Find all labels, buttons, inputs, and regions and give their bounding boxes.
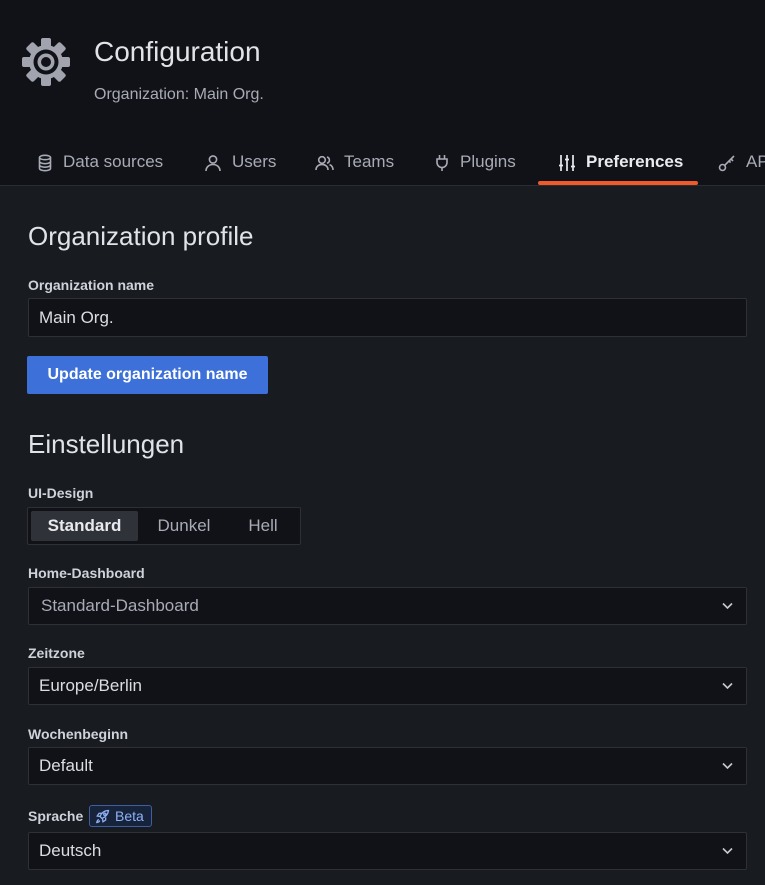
timezone-select[interactable]: Europe/Berlin bbox=[28, 667, 747, 705]
tab-plugins[interactable]: Plugins bbox=[434, 152, 516, 186]
theme-label: UI-Design bbox=[28, 485, 94, 501]
week-start-select[interactable]: Default bbox=[28, 747, 747, 785]
theme-radio-group: Standard Dunkel Hell bbox=[27, 507, 301, 545]
timezone-value: Europe/Berlin bbox=[39, 676, 143, 695]
tab-api-keys[interactable]: AP bbox=[718, 152, 765, 186]
tab-label: Teams bbox=[344, 152, 395, 171]
org-profile-heading: Organization profile bbox=[28, 221, 254, 251]
week-start-label: Wochenbeginn bbox=[28, 726, 129, 742]
user-icon bbox=[205, 155, 221, 172]
chevron-down-icon bbox=[722, 602, 733, 610]
theme-option-dunkel[interactable]: Dunkel bbox=[144, 511, 224, 541]
week-start-value: Default bbox=[39, 756, 93, 775]
gear-icon bbox=[22, 38, 70, 86]
tab-label: Plugins bbox=[460, 152, 516, 171]
timezone-label: Zeitzone bbox=[28, 645, 85, 661]
language-select[interactable]: Deutsch bbox=[28, 832, 747, 870]
page-header: Configuration Organization: Main Org. Da… bbox=[0, 0, 765, 186]
tab-label: Users bbox=[232, 152, 277, 171]
chevron-down-icon bbox=[722, 762, 733, 770]
chevron-down-icon bbox=[722, 847, 733, 855]
tab-teams[interactable]: Teams bbox=[315, 152, 394, 186]
update-org-name-button[interactable]: Update organization name bbox=[27, 356, 268, 394]
page-subtitle: Organization: Main Org. bbox=[94, 86, 264, 103]
org-name-label: Organization name bbox=[28, 277, 155, 293]
beta-badge: Beta bbox=[89, 805, 152, 827]
home-dashboard-label: Home-Dashboard bbox=[28, 565, 145, 581]
page-title: Configuration bbox=[94, 36, 261, 67]
language-value: Deutsch bbox=[39, 841, 102, 860]
rocket-icon bbox=[96, 809, 110, 823]
language-label: Sprache bbox=[28, 808, 84, 824]
key-icon bbox=[718, 155, 735, 172]
theme-option-standard[interactable]: Standard bbox=[31, 511, 138, 541]
users-icon bbox=[315, 155, 334, 171]
database-icon bbox=[38, 154, 52, 172]
plug-icon bbox=[436, 155, 448, 171]
beta-badge-label: Beta bbox=[115, 808, 144, 824]
tab-label: AP bbox=[746, 152, 765, 171]
sliders-icon bbox=[559, 155, 575, 171]
theme-option-hell[interactable]: Hell bbox=[230, 511, 296, 541]
active-tab-indicator bbox=[538, 181, 698, 185]
tab-data-sources[interactable]: Data sources bbox=[37, 152, 163, 186]
chevron-down-icon bbox=[722, 682, 733, 690]
tab-users[interactable]: Users bbox=[204, 152, 276, 186]
home-dashboard-placeholder: Standard-Dashboard bbox=[41, 596, 199, 615]
tab-label: Data sources bbox=[63, 152, 164, 171]
org-name-input[interactable] bbox=[28, 298, 747, 337]
preferences-heading: Einstellungen bbox=[28, 429, 185, 459]
home-dashboard-select[interactable]: Standard-Dashboard bbox=[28, 587, 747, 625]
tab-label: Preferences bbox=[586, 152, 684, 171]
